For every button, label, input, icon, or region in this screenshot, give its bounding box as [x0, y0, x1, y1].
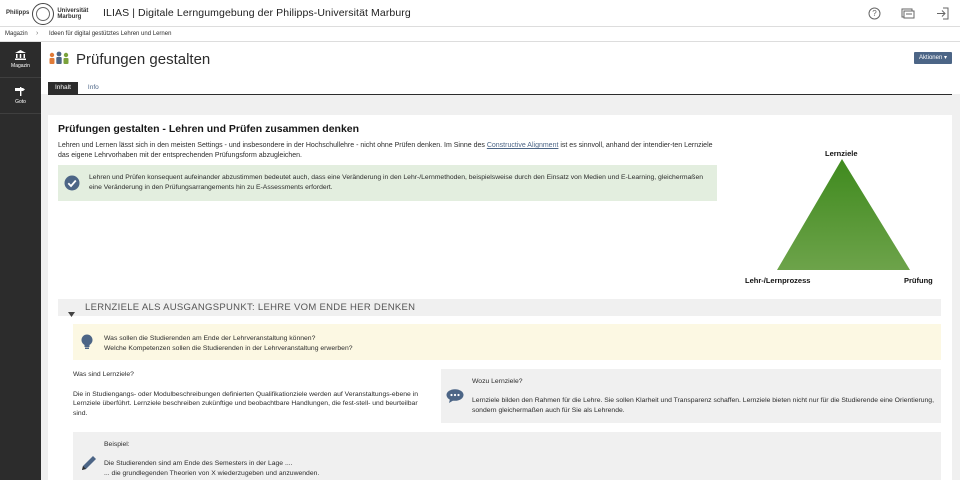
- example-label: Beispiel:: [104, 441, 130, 448]
- notice-box: Lehren und Prüfen konsequent aufeinander…: [58, 165, 717, 201]
- page-title: Prüfungen gestalten: [76, 51, 211, 68]
- triangle-label-left: Lehr-/Lernprozess: [745, 276, 811, 285]
- triangle-label-right: Prüfung: [904, 276, 933, 285]
- lernziele-definition: Was sind Lernziele? Die in Studiengangs-…: [73, 370, 433, 418]
- group-icon: [48, 51, 70, 70]
- wozu-lernziele-box: Wozu Lernziele? Lernziele bilden den Rah…: [441, 369, 941, 423]
- accordion-title: LERNZIELE ALS AUSGANGSPUNKT: LEHRE VOM E…: [85, 302, 416, 313]
- top-bar: Philipps Universität Marburg ILIAS | Dig…: [0, 0, 960, 27]
- caret-down-icon: [68, 304, 75, 322]
- intro-paragraph: Lehren und Lernen lässt sich in den meis…: [58, 142, 713, 159]
- accordion-header[interactable]: LERNZIELE ALS AUSGANGSPUNKT: LEHRE VOM E…: [58, 299, 941, 317]
- check-circle-icon: [64, 175, 80, 196]
- breadcrumb-magazin[interactable]: Magazin: [5, 31, 28, 37]
- library-icon: [15, 50, 26, 60]
- chevron-right-icon: ›: [36, 30, 39, 37]
- left-question: Was sind Lernziele?: [73, 371, 134, 378]
- logout-icon[interactable]: [934, 5, 950, 21]
- tab-divider: [48, 94, 952, 95]
- actions-button[interactable]: Aktionen ▾: [913, 52, 952, 64]
- rail-item-goto[interactable]: Goto: [0, 78, 41, 114]
- page-header: Prüfungen gestalten Aktionen ▾ Inhalt In…: [41, 42, 960, 94]
- rail-item-label: Magazin: [11, 63, 30, 69]
- hint-box: Was sollen die Studierenden am Ende der …: [73, 324, 941, 360]
- content-heading: Prüfungen gestalten - Lehren und Prüfen …: [58, 123, 360, 135]
- tab-bar: Inhalt Info: [48, 82, 106, 94]
- top-icons: ?: [866, 5, 950, 21]
- app-title: ILIAS | Digitale Lerngumgebung der Phili…: [103, 7, 411, 19]
- signpost-icon: [15, 87, 25, 96]
- triangle-shape: [777, 159, 910, 270]
- constructive-alignment-link[interactable]: Constructive Alignment: [487, 142, 559, 149]
- right-text: Lernziele bilden den Rahmen für die Lehr…: [472, 397, 934, 414]
- notifications-icon[interactable]: [900, 5, 916, 21]
- example-box: Beispiel: Die Studierenden sind am Ende …: [73, 432, 941, 480]
- content-panel: Prüfungen gestalten - Lehren und Prüfen …: [48, 115, 952, 480]
- svg-text:?: ?: [872, 9, 877, 18]
- tab-inhalt[interactable]: Inhalt: [48, 82, 78, 94]
- main-menu-rail: Magazin Goto: [0, 42, 41, 480]
- hint-text: Was sollen die Studierenden am Ende der …: [104, 335, 353, 352]
- logo-text-left: Philipps: [6, 10, 30, 16]
- speech-bubble-icon: [446, 389, 464, 408]
- rail-item-label: Goto: [15, 99, 26, 105]
- pencil-icon: [80, 454, 98, 477]
- didactic-triangle: Lernziele Lehr-/Lernprozess Prüfung: [738, 145, 948, 290]
- left-text: Die in Studiengangs- oder Modulbeschreib…: [73, 390, 418, 417]
- breadcrumb: Magazin › Ideen für digital gestütztes L…: [0, 27, 960, 42]
- breadcrumb-ideen[interactable]: Ideen für digital gestütztes Lehren und …: [49, 31, 171, 37]
- example-text: Die Studierenden sind am Ende des Semest…: [104, 460, 320, 477]
- university-seal-icon: [32, 2, 55, 25]
- triangle-label-top: Lernziele: [825, 149, 858, 158]
- notice-text: Lehren und Prüfen konsequent aufeinander…: [89, 174, 704, 191]
- right-question: Wozu Lernziele?: [472, 378, 523, 385]
- logo-text-right: Universität Marburg: [57, 7, 89, 20]
- university-logo[interactable]: Philipps Universität Marburg: [6, 2, 88, 25]
- lightbulb-icon: [81, 334, 93, 355]
- main-area: Prüfungen gestalten Aktionen ▾ Inhalt In…: [41, 42, 960, 480]
- tab-info[interactable]: Info: [81, 82, 106, 94]
- rail-item-magazin[interactable]: Magazin: [0, 42, 41, 78]
- help-icon[interactable]: ?: [866, 5, 882, 21]
